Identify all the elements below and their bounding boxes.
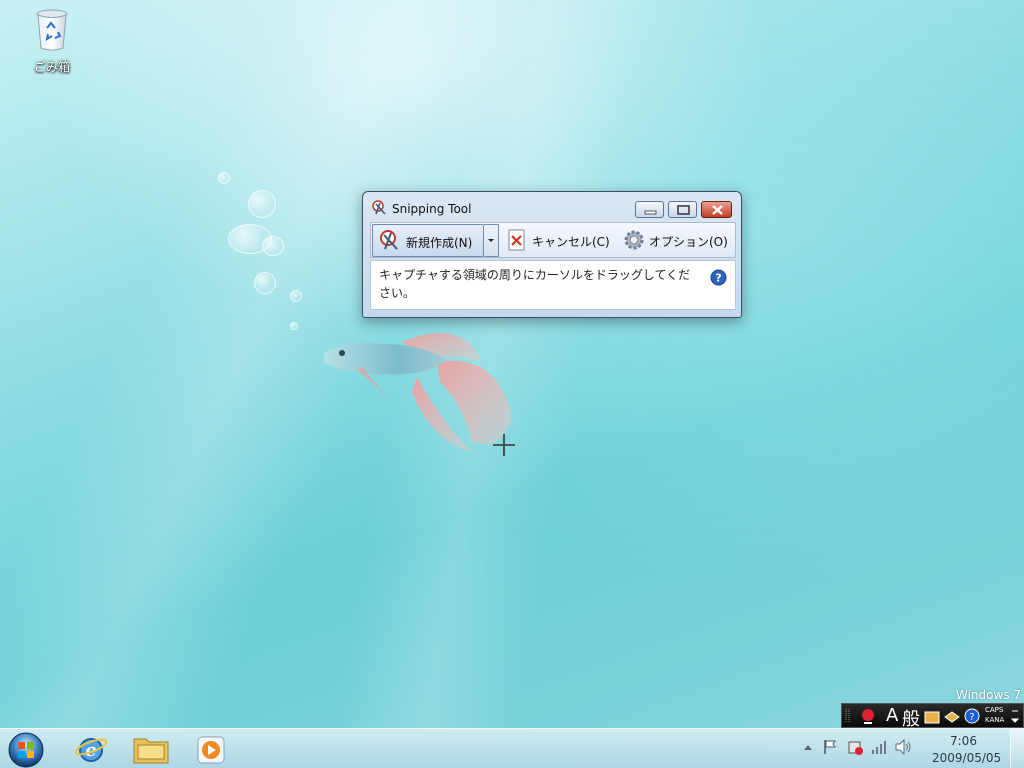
clock-time[interactable]: 7:06 [950,734,977,748]
taskbar: e 7:06 2009/05/05 [0,728,1024,768]
kana-indicator: KANA [985,716,1005,724]
show-hidden-icons-icon[interactable] [802,741,814,753]
ime-pad-icon[interactable] [858,707,878,725]
dictionary-icon[interactable] [924,707,940,725]
chevron-down-icon [488,239,494,242]
show-desktop-button[interactable] [1010,729,1024,768]
options-button[interactable]: オプション(O) [649,233,728,250]
window-title: Snipping Tool [392,202,472,216]
taskbar-media-player[interactable] [184,731,238,767]
bubble-decoration [262,236,284,256]
maximize-button[interactable] [668,201,697,218]
bubble-decoration [290,322,298,330]
bubble-decoration [290,290,302,302]
svg-text:?: ? [715,272,721,285]
caps-indicator: CAPS [985,706,1004,714]
options-arrow-icon[interactable] [1010,707,1020,725]
cancel-icon [508,229,525,251]
minimize-button[interactable] [635,201,664,218]
instruction-panel: キャプチャする領域の周りにカーソルをドラッグしてください。 ? [370,260,736,310]
help-icon[interactable]: ? [710,269,727,286]
bubble-decoration [218,172,230,184]
taskbar-windows-explorer[interactable] [124,731,178,767]
snipping-tool-icon [372,200,386,215]
maximize-icon [677,205,690,215]
close-button[interactable] [701,201,732,218]
media-player-icon [197,736,225,764]
cancel-button[interactable]: キャンセル(C) [532,233,610,250]
action-center-flag-icon[interactable] [822,739,838,755]
help-icon[interactable]: ? [964,707,980,725]
windows-version-watermark: Windows 7 [956,688,1022,702]
new-snip-label: 新規作成(N) [406,236,473,250]
snipping-tool-window: Snipping Tool 新規作成(N) キャンセル(C) オプション(O) … [362,191,742,318]
safely-remove-hardware-icon[interactable] [846,738,864,756]
svg-text:?: ? [969,712,974,723]
network-signal-icon[interactable] [870,739,888,755]
volume-icon[interactable] [894,739,912,755]
recycle-bin-label: ごみ箱 [33,60,70,74]
new-snip-icon [380,230,398,250]
toolbar: 新規作成(N) キャンセル(C) オプション(O) [370,222,736,258]
minimize-icon [644,210,657,215]
gear-icon [624,230,644,250]
recycle-bin-icon [36,9,68,51]
taskbar-internet-explorer[interactable]: e [64,731,118,767]
new-snip-button[interactable]: 新規作成(N) [372,224,484,257]
bubble-decoration [248,190,276,218]
instruction-text: キャプチャする領域の周りにカーソルをドラッグしてください。 [379,268,691,300]
toolbox-icon[interactable] [944,707,960,725]
new-snip-dropdown[interactable] [484,224,499,257]
start-button[interactable] [6,730,46,768]
input-mode-indicator[interactable]: A [886,705,898,726]
clock-date[interactable]: 2009/05/05 [932,751,1001,765]
bubble-decoration [254,272,276,294]
crosshair-cursor-icon [493,434,515,456]
close-icon [712,205,723,215]
title-bar[interactable]: Snipping Tool [363,192,741,220]
windows-explorer-icon [133,738,169,764]
drag-handle-icon[interactable] [844,707,852,725]
recycle-bin-desktop-icon[interactable]: ごみ箱 [24,8,80,78]
language-bar: A 般 ? CAPS KANA [841,703,1024,730]
internet-explorer-icon: e [74,738,108,762]
